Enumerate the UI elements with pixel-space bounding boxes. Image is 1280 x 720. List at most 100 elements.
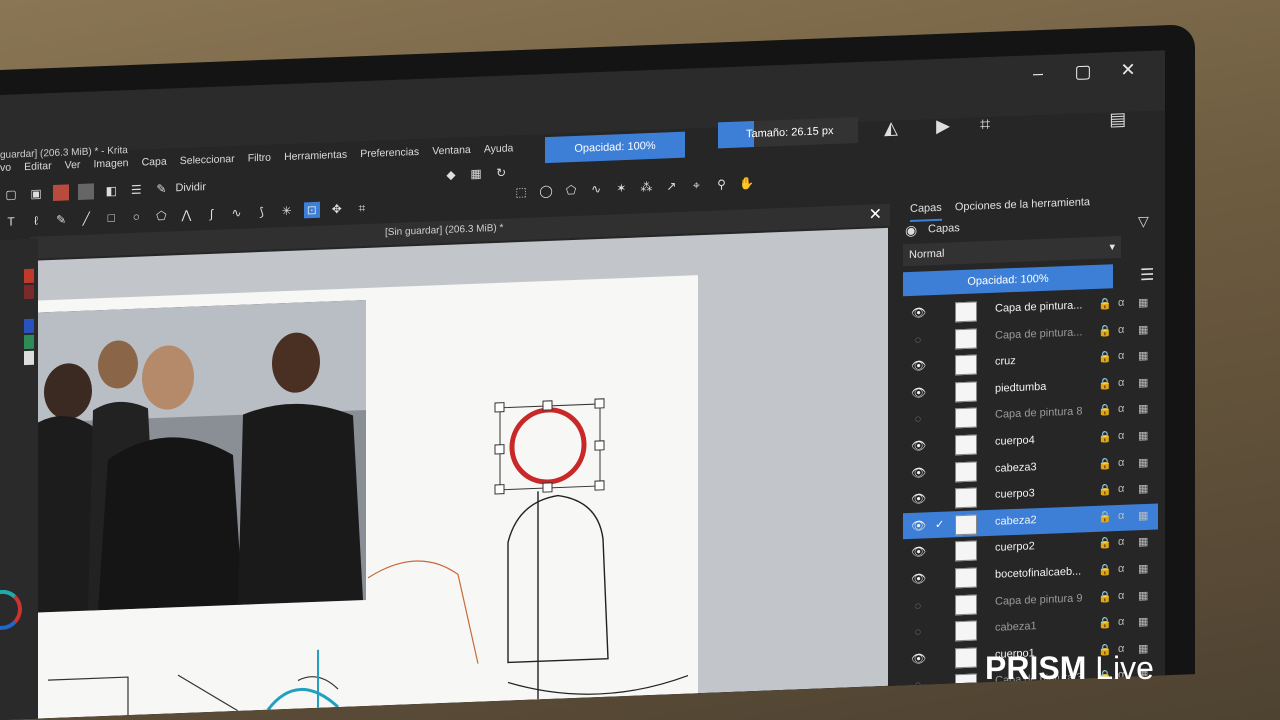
pattern-swatch[interactable]: [53, 184, 70, 201]
brush-preset-icon[interactable]: ✎: [153, 180, 169, 197]
lock-icon[interactable]: 🔒: [1098, 350, 1112, 364]
alpha-lock-icon[interactable]: α: [1118, 510, 1124, 522]
polygon-tool-icon[interactable]: ⬠: [153, 207, 169, 224]
reload-preset-icon[interactable]: ↻: [493, 164, 509, 181]
dynamic-brush-icon[interactable]: ⟆: [254, 204, 270, 221]
visibility-eye-icon[interactable]: 👁: [911, 305, 926, 320]
color-selector-icon[interactable]: [0, 589, 22, 631]
filter-icon[interactable]: ▽: [1138, 213, 1149, 230]
visibility-eye-icon[interactable]: ○: [911, 678, 925, 685]
lock-icon[interactable]: 🔒: [1098, 377, 1112, 391]
menu-file[interactable]: vo: [0, 155, 11, 181]
alpha-lock-icon[interactable]: α: [1118, 483, 1124, 495]
alpha-lock-icon[interactable]: α: [1118, 377, 1124, 389]
alpha-lock-icon[interactable]: α: [1118, 536, 1124, 548]
menu-settings[interactable]: Preferencias: [360, 139, 419, 167]
visibility-eye-icon[interactable]: ○: [911, 625, 925, 640]
lock-icon[interactable]: 🔒: [1098, 563, 1112, 577]
workspace-icon[interactable]: ▤: [1109, 109, 1126, 130]
inherit-alpha-icon[interactable]: ▦: [1138, 296, 1148, 309]
bezier-tool-icon[interactable]: ∫: [204, 206, 220, 223]
visibility-eye-icon[interactable]: 👁: [911, 359, 926, 374]
lock-icon[interactable]: 🔒: [1098, 430, 1112, 444]
visibility-eye-icon[interactable]: 👁: [911, 465, 926, 480]
lock-icon[interactable]: 🔒: [1098, 324, 1112, 338]
close-button[interactable]: ✕: [1110, 51, 1146, 88]
rect-select-icon[interactable]: ⬚: [513, 184, 529, 201]
freehand-path-icon[interactable]: ∿: [229, 205, 245, 222]
layer-menu-icon[interactable]: ☰: [1140, 265, 1154, 286]
bezier-select-icon[interactable]: ↗: [663, 178, 679, 195]
inherit-alpha-icon[interactable]: ▦: [1138, 429, 1148, 442]
palette-swatch-blue[interactable]: [24, 318, 34, 334]
menu-tools[interactable]: Herramientas: [284, 142, 347, 170]
lock-icon[interactable]: 🔒: [1098, 483, 1112, 497]
lock-icon[interactable]: 🔒: [1098, 297, 1112, 311]
visibility-eye-icon[interactable]: 👁: [911, 651, 926, 666]
palette-swatch-green[interactable]: [24, 334, 34, 350]
magic-wand-icon[interactable]: ✶: [613, 180, 629, 197]
mirror-horizontal-icon[interactable]: ◭: [883, 118, 899, 139]
gradient-swatch[interactable]: [78, 183, 95, 200]
ellipse-select-icon[interactable]: ◯: [538, 183, 554, 200]
lock-icon[interactable]: 🔒: [1098, 537, 1112, 551]
fg-bg-color-icon[interactable]: ◧: [103, 182, 119, 199]
alpha-lock-icon[interactable]: α: [1118, 563, 1124, 575]
inherit-alpha-icon[interactable]: ▦: [1138, 349, 1148, 362]
lock-icon[interactable]: 🔒: [1098, 510, 1112, 524]
menu-help[interactable]: Ayuda: [484, 135, 514, 162]
zoom-icon[interactable]: ⚲: [714, 176, 730, 193]
new-document-icon[interactable]: ▢: [3, 186, 19, 203]
menu-select[interactable]: Seleccionar: [180, 146, 235, 174]
inherit-alpha-icon[interactable]: ▦: [1138, 322, 1148, 335]
lock-icon[interactable]: 🔒: [1098, 616, 1112, 630]
menu-view[interactable]: Ver: [65, 152, 81, 179]
inherit-alpha-icon[interactable]: ▦: [1138, 402, 1148, 415]
freehand-select-icon[interactable]: ∿: [588, 181, 604, 198]
visibility-eye-icon[interactable]: ○: [911, 332, 925, 347]
inherit-alpha-icon[interactable]: ▦: [1138, 455, 1148, 468]
menu-image[interactable]: Imagen: [93, 150, 128, 177]
menu-window[interactable]: Ventana: [432, 137, 471, 164]
lock-icon[interactable]: 🔒: [1098, 404, 1112, 418]
crop-tool-icon[interactable]: ⌗: [354, 200, 370, 217]
calligraphy-tool-icon[interactable]: ℓ: [28, 212, 44, 229]
alpha-lock-icon[interactable]: α: [1118, 430, 1124, 442]
visibility-eye-icon[interactable]: ○: [911, 412, 925, 427]
text-tool-icon[interactable]: T: [3, 213, 19, 230]
move-tool-icon[interactable]: ✥: [329, 201, 345, 218]
canvas-viewport[interactable]: [38, 227, 888, 719]
visibility-eye-icon[interactable]: 👁: [911, 518, 926, 533]
visibility-eye-icon[interactable]: 👁: [911, 545, 926, 560]
lock-icon[interactable]: 🔒: [1098, 590, 1112, 604]
brush-tool-icon[interactable]: ✎: [53, 211, 69, 228]
inherit-alpha-icon[interactable]: ▦: [1138, 535, 1148, 548]
inherit-alpha-icon[interactable]: ▦: [1138, 588, 1148, 601]
brush-settings-icon[interactable]: ☰: [128, 181, 144, 198]
palette-swatch-darkred[interactable]: [24, 284, 34, 300]
palette-swatch-red[interactable]: [24, 268, 34, 284]
visibility-eye-icon[interactable]: 👁: [911, 571, 926, 586]
inherit-alpha-icon[interactable]: ▦: [1138, 482, 1148, 495]
alpha-lock-icon[interactable]: α: [1118, 403, 1124, 415]
close-document-icon[interactable]: ✕: [869, 204, 882, 225]
layer-opacity-slider[interactable]: Opacidad: 100%: [903, 264, 1113, 297]
alpha-lock-icon[interactable]: α: [1118, 350, 1124, 362]
alpha-lock-icon[interactable]: α: [1118, 323, 1124, 335]
mirror-vertical-icon[interactable]: ▶: [935, 116, 951, 137]
alpha-lock-icon[interactable]: α: [1118, 456, 1124, 468]
transform-tool-icon[interactable]: ⊡: [303, 201, 320, 219]
visibility-eye-icon[interactable]: ○: [911, 598, 925, 613]
ellipse-tool-icon[interactable]: ○: [128, 208, 144, 225]
opacity-slider[interactable]: Opacidad: 100%: [545, 131, 685, 164]
menu-layer[interactable]: Capa: [142, 149, 167, 176]
alpha-lock-icon[interactable]: ▦: [468, 165, 484, 182]
save-icon[interactable]: ▣: [28, 185, 44, 202]
lock-icon[interactable]: 🔒: [1098, 457, 1112, 471]
visibility-eye-icon[interactable]: 👁: [911, 492, 926, 507]
similar-select-icon[interactable]: ⁂: [638, 179, 654, 196]
palette-swatch-white[interactable]: [24, 350, 34, 366]
menu-edit[interactable]: Editar: [24, 153, 51, 180]
alpha-lock-icon[interactable]: α: [1118, 297, 1124, 309]
polyline-tool-icon[interactable]: ⋀: [178, 207, 194, 224]
